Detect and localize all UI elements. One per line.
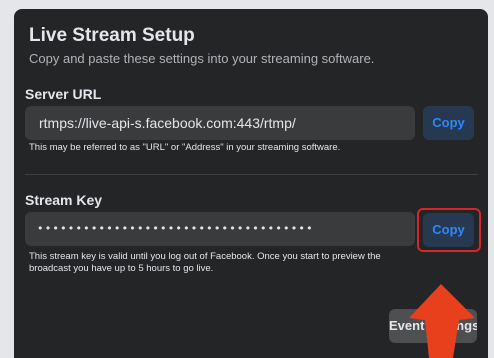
section-divider [25, 174, 478, 175]
panel-subtitle: Copy and paste these settings into your … [29, 51, 375, 66]
pointer-arrow-icon [409, 284, 475, 358]
stream-key-label: Stream Key [25, 192, 103, 208]
stream-key-hint-line-2: broadcast you have up to 5 hours to go l… [29, 263, 214, 274]
panel-title: Live Stream Setup [29, 25, 195, 46]
copy-server-url-button[interactable]: Copy [423, 106, 474, 140]
server-url-field[interactable]: rtmps://live-api-s.facebook.com:443/rtmp… [25, 106, 415, 140]
stream-key-field[interactable]: •••••••••••••••••••••••••••••••••••• [25, 212, 415, 246]
stream-key-hint-line-1: This stream key is valid until you log o… [29, 251, 381, 262]
server-url-hint: This may be referred to as "URL" or "Add… [29, 142, 341, 153]
copy-button-highlight [417, 208, 481, 252]
server-url-label: Server URL [25, 86, 102, 102]
